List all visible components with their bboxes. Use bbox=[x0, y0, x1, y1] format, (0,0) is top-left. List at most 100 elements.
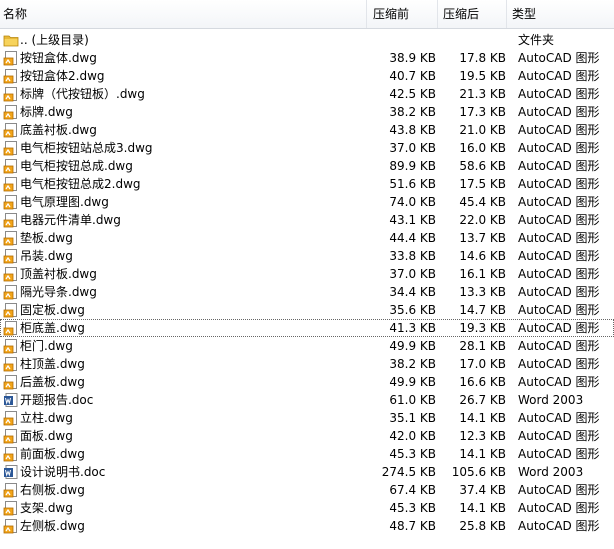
file-row[interactable]: 标牌.dwg 38.2 KB 17.3 KB AutoCAD 图形 bbox=[0, 103, 614, 121]
original-size: 44.4 KB bbox=[389, 231, 436, 245]
file-type: AutoCAD 图形 bbox=[518, 339, 600, 353]
file-row[interactable]: 后盖板.dwg 49.9 KB 16.6 KB AutoCAD 图形 bbox=[0, 373, 614, 391]
file-name: 支架.dwg bbox=[20, 501, 73, 515]
compressed-size: 14.1 KB bbox=[459, 447, 506, 461]
file-row[interactable]: 电气柜按钮总成.dwg 89.9 KB 58.6 KB AutoCAD 图形 bbox=[0, 157, 614, 175]
dwg-file-icon bbox=[3, 212, 19, 228]
file-row[interactable]: 电气柜按钮站总成3.dwg 37.0 KB 16.0 KB AutoCAD 图形 bbox=[0, 139, 614, 157]
file-type: AutoCAD 图形 bbox=[518, 501, 600, 515]
file-name: 开题报告.doc bbox=[20, 393, 94, 407]
file-row[interactable]: 标牌（代按钮板）.dwg 42.5 KB 21.3 KB AutoCAD 图形 bbox=[0, 85, 614, 103]
original-size: 61.0 KB bbox=[389, 393, 436, 407]
file-row[interactable]: 开题报告.doc 61.0 KB 26.7 KB Word 2003 bbox=[0, 391, 614, 409]
column-header-name[interactable]: 名称 bbox=[3, 0, 27, 28]
file-type: AutoCAD 图形 bbox=[518, 105, 600, 119]
dwg-file-icon bbox=[3, 446, 19, 462]
file-row[interactable]: 底盖衬板.dwg 43.8 KB 21.0 KB AutoCAD 图形 bbox=[0, 121, 614, 139]
file-row[interactable]: 支架.dwg 45.3 KB 14.1 KB AutoCAD 图形 bbox=[0, 499, 614, 517]
file-type: AutoCAD 图形 bbox=[518, 447, 600, 461]
file-name: 电气柜按钮站总成3.dwg bbox=[20, 141, 153, 155]
file-row[interactable]: 左侧板.dwg 48.7 KB 25.8 KB AutoCAD 图形 bbox=[0, 517, 614, 535]
file-type: AutoCAD 图形 bbox=[518, 429, 600, 443]
dwg-file-icon bbox=[3, 68, 19, 84]
file-row[interactable]: 按钮盒体.dwg 38.9 KB 17.8 KB AutoCAD 图形 bbox=[0, 49, 614, 67]
file-row[interactable]: 吊装.dwg 33.8 KB 14.6 KB AutoCAD 图形 bbox=[0, 247, 614, 265]
file-name: 面板.dwg bbox=[20, 429, 73, 443]
file-type: AutoCAD 图形 bbox=[518, 267, 600, 281]
file-row[interactable]: 面板.dwg 42.0 KB 12.3 KB AutoCAD 图形 bbox=[0, 427, 614, 445]
original-size: 74.0 KB bbox=[389, 195, 436, 209]
compressed-size: 17.8 KB bbox=[459, 51, 506, 65]
dwg-file-icon bbox=[3, 518, 19, 534]
original-size: 38.9 KB bbox=[389, 51, 436, 65]
column-header-original-size[interactable]: 压缩前 bbox=[373, 0, 409, 28]
file-row[interactable]: 柜底盖.dwg 41.3 KB 19.3 KB AutoCAD 图形 bbox=[0, 319, 614, 337]
dwg-file-icon bbox=[3, 176, 19, 192]
file-row[interactable]: 电器元件清单.dwg 43.1 KB 22.0 KB AutoCAD 图形 bbox=[0, 211, 614, 229]
original-size: 274.5 KB bbox=[381, 465, 436, 479]
file-row[interactable]: 电气柜按钮总成2.dwg 51.6 KB 17.5 KB AutoCAD 图形 bbox=[0, 175, 614, 193]
original-size: 38.2 KB bbox=[389, 357, 436, 371]
column-header-compressed-size[interactable]: 压缩后 bbox=[443, 0, 479, 28]
file-row[interactable]: .. (上级目录) 文件夹 bbox=[0, 31, 614, 49]
file-type: AutoCAD 图形 bbox=[518, 69, 600, 83]
file-row[interactable]: 柱顶盖.dwg 38.2 KB 17.0 KB AutoCAD 图形 bbox=[0, 355, 614, 373]
original-size: 51.6 KB bbox=[389, 177, 436, 191]
original-size: 49.9 KB bbox=[389, 339, 436, 353]
compressed-size: 14.1 KB bbox=[459, 411, 506, 425]
file-name: 按钮盒体.dwg bbox=[20, 51, 97, 65]
file-name: 后盖板.dwg bbox=[20, 375, 85, 389]
file-name: 柱顶盖.dwg bbox=[20, 357, 85, 371]
compressed-size: 14.1 KB bbox=[459, 501, 506, 515]
file-row[interactable]: 垫板.dwg 44.4 KB 13.7 KB AutoCAD 图形 bbox=[0, 229, 614, 247]
column-divider[interactable] bbox=[506, 0, 507, 28]
file-row[interactable]: 顶盖衬板.dwg 37.0 KB 16.1 KB AutoCAD 图形 bbox=[0, 265, 614, 283]
compressed-size: 13.3 KB bbox=[459, 285, 506, 299]
column-divider[interactable] bbox=[437, 0, 438, 28]
file-type: AutoCAD 图形 bbox=[518, 285, 600, 299]
original-size: 35.1 KB bbox=[389, 411, 436, 425]
file-name: 前面板.dwg bbox=[20, 447, 85, 461]
original-size: 43.1 KB bbox=[389, 213, 436, 227]
file-row[interactable]: 电气原理图.dwg 74.0 KB 45.4 KB AutoCAD 图形 bbox=[0, 193, 614, 211]
original-size: 35.6 KB bbox=[389, 303, 436, 317]
file-name: 右侧板.dwg bbox=[20, 483, 85, 497]
file-name: 设计说明书.doc bbox=[20, 465, 106, 479]
original-size: 43.8 KB bbox=[389, 123, 436, 137]
file-name: 电器元件清单.dwg bbox=[20, 213, 121, 227]
dwg-file-icon bbox=[3, 194, 19, 210]
file-type: AutoCAD 图形 bbox=[518, 87, 600, 101]
compressed-size: 28.1 KB bbox=[459, 339, 506, 353]
dwg-file-icon bbox=[3, 248, 19, 264]
file-name: 左侧板.dwg bbox=[20, 519, 85, 533]
original-size: 48.7 KB bbox=[389, 519, 436, 533]
file-name: 柜底盖.dwg bbox=[20, 321, 85, 335]
original-size: 67.4 KB bbox=[389, 483, 436, 497]
dwg-file-icon bbox=[3, 266, 19, 282]
file-row[interactable]: 固定板.dwg 35.6 KB 14.7 KB AutoCAD 图形 bbox=[0, 301, 614, 319]
original-size bbox=[370, 31, 436, 49]
file-row[interactable]: 按钮盒体2.dwg 40.7 KB 19.5 KB AutoCAD 图形 bbox=[0, 67, 614, 85]
file-row[interactable]: 立柱.dwg 35.1 KB 14.1 KB AutoCAD 图形 bbox=[0, 409, 614, 427]
column-divider[interactable] bbox=[366, 0, 367, 28]
dwg-file-icon bbox=[3, 338, 19, 354]
file-name: 标牌（代按钮板）.dwg bbox=[20, 87, 145, 101]
file-type: AutoCAD 图形 bbox=[518, 177, 600, 191]
file-type: AutoCAD 图形 bbox=[518, 375, 600, 389]
file-row[interactable]: 柜门.dwg 49.9 KB 28.1 KB AutoCAD 图形 bbox=[0, 337, 614, 355]
word-doc-icon bbox=[3, 464, 19, 480]
file-row[interactable]: 设计说明书.doc 274.5 KB 105.6 KB Word 2003 bbox=[0, 463, 614, 481]
compressed-size: 14.7 KB bbox=[459, 303, 506, 317]
word-doc-icon bbox=[3, 392, 19, 408]
dwg-file-icon bbox=[3, 158, 19, 174]
file-row[interactable]: 前面板.dwg 45.3 KB 14.1 KB AutoCAD 图形 bbox=[0, 445, 614, 463]
file-name: 立柱.dwg bbox=[20, 411, 73, 425]
compressed-size: 58.6 KB bbox=[459, 159, 506, 173]
column-header-type[interactable]: 类型 bbox=[512, 0, 536, 28]
file-row[interactable]: 隔光导条.dwg 34.4 KB 13.3 KB AutoCAD 图形 bbox=[0, 283, 614, 301]
file-row[interactable]: 右侧板.dwg 67.4 KB 37.4 KB AutoCAD 图形 bbox=[0, 481, 614, 499]
dwg-file-icon bbox=[3, 50, 19, 66]
file-type: AutoCAD 图形 bbox=[518, 141, 600, 155]
dwg-file-icon bbox=[3, 320, 19, 336]
compressed-size: 37.4 KB bbox=[459, 483, 506, 497]
